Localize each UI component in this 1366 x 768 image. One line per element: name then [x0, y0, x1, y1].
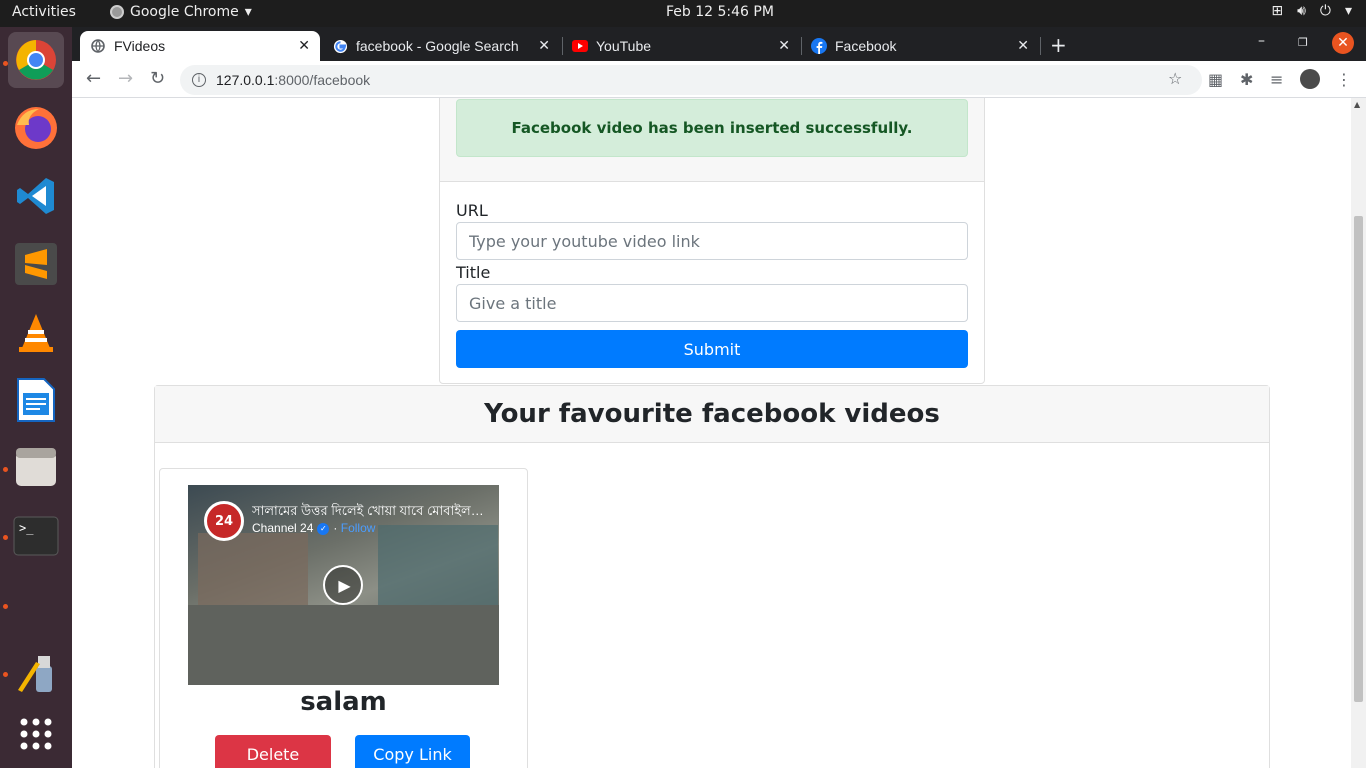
copy-link-button[interactable]: Copy Link — [355, 735, 470, 768]
channel-logo[interactable]: 24 — [204, 501, 244, 541]
running-indicator — [3, 61, 8, 66]
scrollbar-thumb[interactable] — [1354, 216, 1363, 702]
files-icon[interactable] — [8, 440, 64, 496]
bookmark-star-icon[interactable]: ☆ — [1168, 69, 1182, 88]
facebook-icon — [811, 38, 827, 54]
close-tab-icon[interactable]: ✕ — [778, 37, 790, 54]
dock: >_ — [0, 27, 72, 768]
facebook-video-embed[interactable]: 24 সালামের উত্তর দিলেই খোয়া যাবে মোবাইল… — [188, 485, 499, 685]
svg-text:>_: >_ — [19, 521, 34, 535]
embed-channel-line: Channel 24 ✓ · Follow — [252, 521, 376, 535]
restore-button[interactable]: ❐ — [1298, 36, 1308, 49]
scroll-up-icon[interactable]: ▲ — [1354, 100, 1360, 109]
tab-label: FVideos — [114, 38, 166, 54]
activities-button[interactable]: Activities — [12, 4, 76, 20]
tab-fvideos[interactable]: FVideos ✕ — [80, 31, 320, 61]
close-tab-icon[interactable]: ✕ — [1017, 37, 1029, 54]
reload-icon[interactable]: ↻ — [150, 68, 165, 89]
video-thumbnail-building — [198, 533, 308, 613]
title-input[interactable] — [456, 284, 968, 322]
chevron-down-icon: ▾ — [244, 4, 252, 20]
globe-icon — [90, 38, 106, 54]
title-label: Title — [456, 263, 491, 282]
address-bar[interactable]: i 127.0.0.1:8000/facebook — [180, 65, 1202, 95]
page-scrollbar[interactable]: ▲ — [1351, 98, 1366, 768]
video-card: 24 সালামের উত্তর দিলেই খোয়া যাবে মোবাইল… — [159, 468, 528, 768]
form-card-header: Facebook video has been inserted success… — [440, 98, 984, 182]
youtube-icon — [572, 38, 588, 54]
google-icon — [332, 38, 348, 54]
volume-icon: 🔊︎ — [1297, 3, 1306, 19]
follow-link[interactable]: Follow — [341, 521, 376, 535]
channel-name[interactable]: Channel 24 — [252, 521, 313, 535]
vscode-icon[interactable] — [8, 168, 64, 224]
favourite-videos-card: Your favourite facebook videos 24 সালামে… — [154, 385, 1270, 768]
show-apps-icon[interactable] — [8, 706, 64, 762]
chevron-down-icon: ▾ — [1344, 3, 1352, 19]
vlc-icon[interactable] — [8, 304, 64, 360]
url-label: URL — [456, 201, 488, 220]
delete-button[interactable]: Delete — [215, 735, 331, 768]
extension-icon[interactable]: ▦ — [1208, 70, 1223, 89]
url-host: 127.0.0.1 — [216, 72, 275, 88]
tab-label: Facebook — [835, 38, 897, 54]
tab-youtube[interactable]: YouTube ✕ — [562, 31, 800, 61]
power-icon: ⏻ — [1319, 3, 1331, 19]
system-top-bar: Activities Google Chrome ▾ Feb 12 5:46 P… — [0, 0, 1366, 27]
firefox-icon[interactable] — [8, 100, 64, 156]
more-menu-icon[interactable]: ⋮ — [1336, 70, 1352, 89]
forward-arrow-icon[interactable]: → — [118, 68, 133, 89]
tab-separator — [1040, 37, 1041, 55]
terminal-icon[interactable]: >_ — [8, 508, 64, 564]
url-input[interactable] — [456, 222, 968, 260]
close-tab-icon[interactable]: ✕ — [298, 37, 310, 54]
profile-avatar[interactable] — [1300, 69, 1320, 89]
network-icon: ⊞ — [1271, 3, 1284, 19]
extensions-puzzle-icon[interactable]: ✱ — [1240, 70, 1253, 89]
success-alert: Facebook video has been inserted success… — [456, 99, 968, 157]
window-close-button[interactable]: ✕ — [1332, 32, 1354, 54]
new-tab-button[interactable]: + — [1050, 33, 1067, 57]
tab-label: YouTube — [596, 38, 652, 54]
chrome-icon[interactable] — [8, 32, 64, 88]
verified-check-icon: ✓ — [317, 522, 330, 535]
page-viewport: Facebook video has been inserted success… — [72, 98, 1366, 768]
back-arrow-icon[interactable]: ← — [86, 68, 101, 89]
embed-video-title[interactable]: সালামের উত্তর দিলেই খোয়া যাবে মোবাইল-মা… — [252, 502, 488, 523]
text-editor-icon[interactable] — [8, 644, 64, 700]
clock[interactable]: Feb 12 5:46 PM — [666, 4, 774, 20]
browser-toolbar: ← → ↻ i 127.0.0.1:8000/facebook ☆ ▦ ✱ ≡ … — [72, 61, 1366, 98]
tab-facebook[interactable]: Facebook ✕ — [801, 31, 1039, 61]
close-tab-icon[interactable]: ✕ — [538, 37, 550, 54]
chrome-small-icon — [110, 5, 124, 19]
info-icon[interactable]: i — [192, 73, 206, 87]
url-path: :8000/facebook — [274, 72, 371, 88]
video-form-card: Facebook video has been inserted success… — [439, 98, 985, 384]
tab-label: facebook - Google Search — [356, 38, 519, 54]
play-button-icon[interactable]: ▶ — [323, 565, 363, 605]
system-tray[interactable]: ⊞ 🔊︎ ⏻ ▾ — [1271, 3, 1352, 19]
app-menu-label: Google Chrome — [130, 4, 239, 20]
libreoffice-writer-icon[interactable] — [8, 372, 64, 428]
minimize-button[interactable]: – — [1258, 33, 1265, 49]
tab-strip: FVideos ✕ facebook - Google Search ✕ You… — [72, 27, 1366, 61]
running-indicator — [3, 604, 8, 609]
video-thumbnail-road — [188, 605, 499, 685]
sublime-text-icon[interactable] — [8, 236, 64, 292]
favourite-videos-heading: Your favourite facebook videos — [155, 386, 1269, 443]
video-name: salam — [300, 687, 387, 717]
tab-google-search[interactable]: facebook - Google Search ✕ — [322, 31, 560, 61]
submit-button[interactable]: Submit — [456, 330, 968, 368]
media-control-icon[interactable]: ≡ — [1270, 70, 1283, 89]
app-menu[interactable]: Google Chrome ▾ — [110, 4, 252, 20]
